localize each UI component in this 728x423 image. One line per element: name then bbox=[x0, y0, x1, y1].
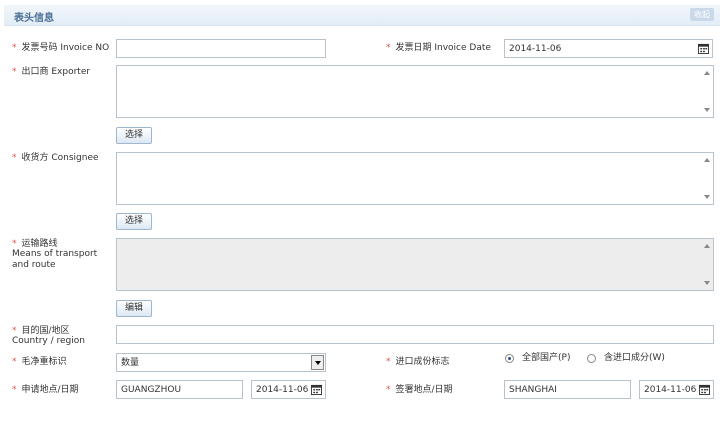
invoice-date-input[interactable]: 2014-11-06 bbox=[504, 39, 713, 58]
chevron-down-icon[interactable] bbox=[311, 355, 324, 370]
calendar-icon[interactable] bbox=[699, 384, 710, 395]
scroll-up-icon[interactable] bbox=[704, 158, 710, 162]
required-mark: * bbox=[12, 326, 17, 336]
exporter-label: * 出口商 Exporter bbox=[12, 67, 91, 77]
scroll-down-icon[interactable] bbox=[704, 281, 710, 285]
invoice-date-label: * 发票日期 Invoice Date bbox=[386, 43, 491, 53]
radio-import-label[interactable]: 含进口成分(W) bbox=[604, 353, 665, 364]
issue-date-input[interactable]: 2014-11-06 bbox=[639, 380, 714, 399]
scroll-down-icon[interactable] bbox=[704, 108, 710, 112]
radio-import[interactable] bbox=[587, 354, 596, 363]
scroll-up-icon[interactable] bbox=[704, 71, 710, 75]
invoice-no-label: * 发票号码 Invoice NO bbox=[12, 43, 110, 53]
required-mark: * bbox=[386, 357, 391, 367]
transport-label-en: Means of transport and route bbox=[12, 249, 98, 270]
calendar-icon[interactable] bbox=[311, 384, 322, 395]
consignee-select-button[interactable]: 选择 bbox=[116, 213, 153, 230]
weight-mark-selected: 数量 bbox=[121, 358, 140, 368]
radio-domestic-label[interactable]: 全部国产(P) bbox=[522, 353, 570, 364]
scroll-up-icon[interactable] bbox=[704, 244, 710, 248]
exporter-textarea[interactable] bbox=[116, 65, 714, 118]
required-mark: * bbox=[12, 153, 17, 163]
required-mark: * bbox=[12, 385, 17, 395]
consignee-label: * 收货方 Consignee bbox=[12, 153, 99, 163]
issue-date-value: 2014-11-06 bbox=[644, 385, 697, 395]
apply-place-date-label: * 申请地点/日期 bbox=[12, 385, 79, 395]
calendar-icon[interactable] bbox=[698, 43, 709, 54]
transport-textarea bbox=[116, 238, 714, 291]
issue-place-input[interactable]: SHANGHAI bbox=[504, 380, 631, 399]
required-mark: * bbox=[386, 43, 391, 53]
section-header: 表头信息 收起 bbox=[4, 5, 720, 26]
destination-input[interactable] bbox=[116, 325, 714, 344]
consignee-textarea[interactable] bbox=[116, 152, 714, 205]
import-content-radio-group: 全部国产(P) 含进口成分(W) bbox=[505, 353, 705, 365]
required-mark: * bbox=[12, 67, 17, 77]
import-content-label: * 进口成份标志 bbox=[386, 357, 450, 367]
weight-mark-select[interactable]: 数量 bbox=[116, 353, 326, 372]
radio-domestic[interactable] bbox=[505, 354, 514, 363]
required-mark: * bbox=[12, 43, 17, 53]
weight-mark-label: * 毛净重标识 bbox=[12, 357, 67, 367]
required-mark: * bbox=[12, 239, 17, 249]
section-title: 表头信息 bbox=[14, 13, 54, 24]
required-mark: * bbox=[12, 357, 17, 367]
apply-place-input[interactable]: GUANGZHOU bbox=[116, 380, 243, 399]
transport-edit-button[interactable]: 编辑 bbox=[116, 300, 153, 317]
invoice-no-input[interactable] bbox=[116, 39, 326, 58]
scroll-down-icon[interactable] bbox=[704, 195, 710, 199]
destination-label-en: Country / region bbox=[12, 336, 85, 346]
apply-date-input[interactable]: 2014-11-06 bbox=[251, 380, 326, 399]
apply-date-value: 2014-11-06 bbox=[256, 385, 309, 395]
exporter-select-button[interactable]: 选择 bbox=[116, 127, 153, 144]
required-mark: * bbox=[386, 385, 391, 395]
collapse-button[interactable]: 收起 bbox=[690, 8, 714, 21]
invoice-date-value: 2014-11-06 bbox=[509, 44, 562, 54]
issue-place-date-label: * 签署地点/日期 bbox=[386, 385, 453, 395]
